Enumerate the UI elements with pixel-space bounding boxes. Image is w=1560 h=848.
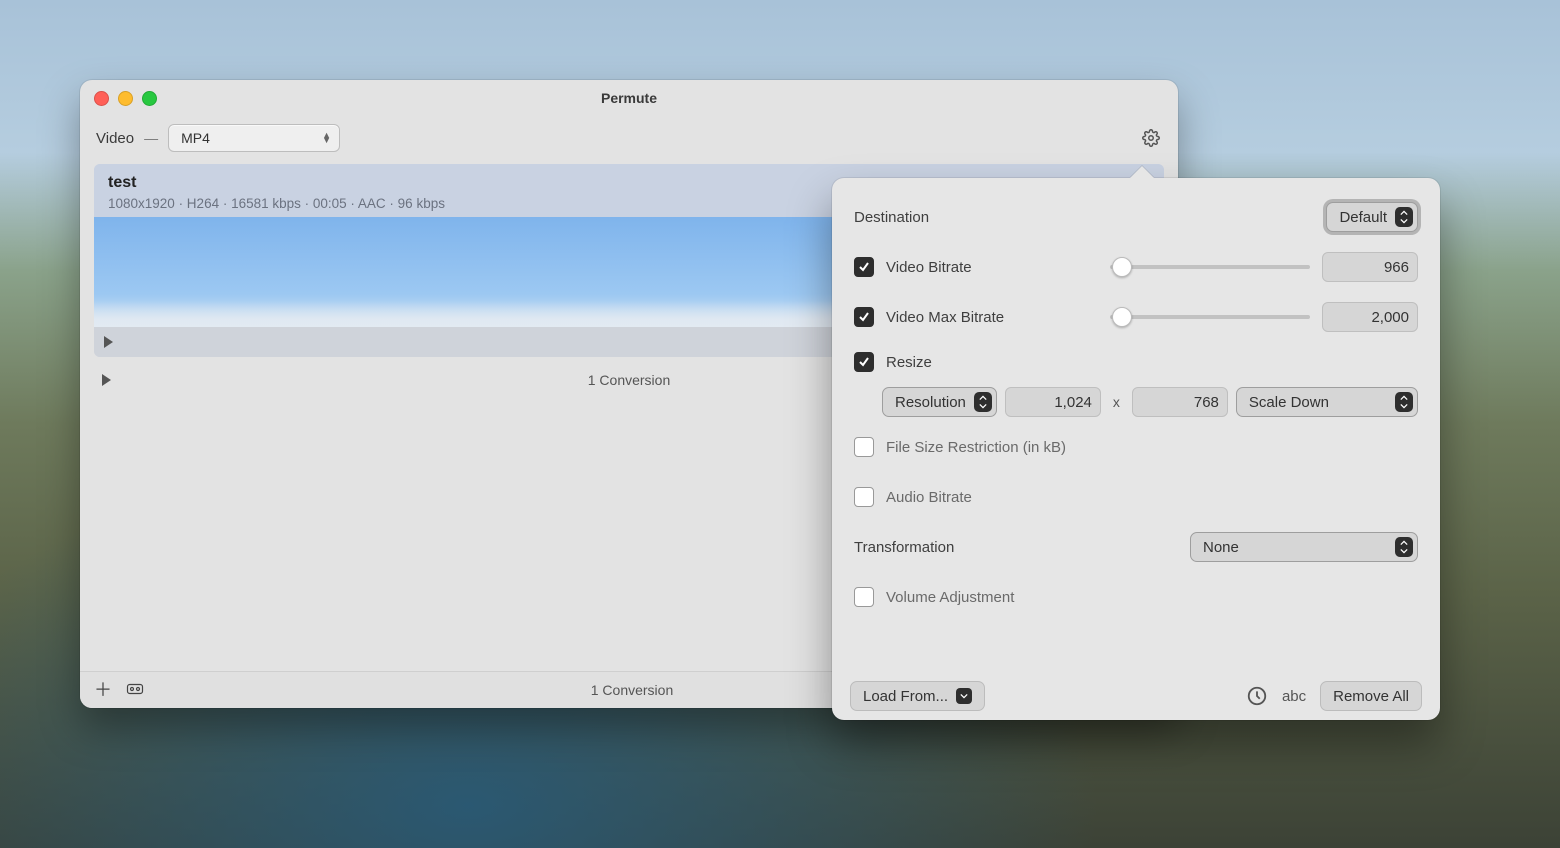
format-select[interactable]: MP4 ▲▼ (168, 124, 340, 152)
window-title: Permute (80, 90, 1178, 106)
category-label: Video (96, 130, 134, 147)
volume-label: Volume Adjustment (886, 589, 1014, 606)
toolbar: Video — MP4 ▲▼ (80, 116, 1178, 160)
volume-checkbox[interactable] (854, 587, 874, 607)
filesize-label: File Size Restriction (in kB) (886, 439, 1066, 456)
resize-scale-select[interactable]: Scale Down (1236, 387, 1418, 417)
video-max-bitrate-slider[interactable] (1110, 307, 1310, 327)
transformation-label: Transformation (854, 539, 954, 556)
transformation-value: None (1203, 539, 1239, 556)
resize-label: Resize (886, 354, 932, 371)
transformation-select[interactable]: None (1190, 532, 1418, 562)
popover-toolbar: Load From... abc Remove All (832, 672, 1440, 720)
play-icon[interactable] (104, 336, 113, 348)
load-from-button[interactable]: Load From... (850, 681, 985, 711)
add-button[interactable]: ＋ (94, 681, 112, 699)
abc-button[interactable]: abc (1282, 688, 1306, 705)
video-max-bitrate-value[interactable]: 2,000 (1322, 302, 1418, 332)
chevron-updown-icon (1395, 207, 1413, 227)
chevron-down-icon (956, 688, 972, 704)
history-icon[interactable] (1246, 685, 1268, 707)
audio-bitrate-label: Audio Bitrate (886, 489, 972, 506)
filesize-checkbox[interactable] (854, 437, 874, 457)
resize-scale-value: Scale Down (1249, 394, 1329, 411)
destination-label: Destination (854, 209, 929, 226)
video-bitrate-checkbox[interactable] (854, 257, 874, 277)
remove-all-label: Remove All (1333, 688, 1409, 705)
destination-value: Default (1339, 209, 1387, 226)
desktop-wallpaper: Permute Video — MP4 ▲▼ test 1080x1920 · … (0, 0, 1560, 848)
settings-popover: Destination Default Video Bitrate 966 Vi… (832, 178, 1440, 720)
resize-height-field[interactable]: 768 (1132, 387, 1228, 417)
dimension-separator: x (1113, 394, 1120, 410)
video-bitrate-slider[interactable] (1110, 257, 1310, 277)
resize-mode-select[interactable]: Resolution (882, 387, 997, 417)
settings-gear-icon[interactable] (1140, 127, 1162, 149)
resize-mode-value: Resolution (895, 394, 966, 411)
stepper-icon: ▲▼ (322, 133, 331, 143)
resize-checkbox[interactable] (854, 352, 874, 372)
list-summary-text: 1 Conversion (588, 372, 671, 388)
remove-all-button[interactable]: Remove All (1320, 681, 1422, 711)
separator: — (144, 130, 158, 146)
titlebar: Permute (80, 80, 1178, 116)
video-max-bitrate-label: Video Max Bitrate (886, 309, 1004, 326)
chevron-updown-icon (1395, 392, 1413, 412)
load-from-label: Load From... (863, 688, 948, 705)
chevron-updown-icon (974, 392, 992, 412)
video-max-bitrate-checkbox[interactable] (854, 307, 874, 327)
presets-icon[interactable] (126, 682, 144, 699)
destination-select[interactable]: Default (1326, 202, 1418, 232)
resize-width-field[interactable]: 1,024 (1005, 387, 1101, 417)
video-bitrate-value[interactable]: 966 (1322, 252, 1418, 282)
format-select-value: MP4 (181, 130, 210, 146)
audio-bitrate-checkbox[interactable] (854, 487, 874, 507)
chevron-updown-icon (1395, 537, 1413, 557)
start-all-icon[interactable] (102, 374, 111, 386)
video-bitrate-label: Video Bitrate (886, 259, 972, 276)
